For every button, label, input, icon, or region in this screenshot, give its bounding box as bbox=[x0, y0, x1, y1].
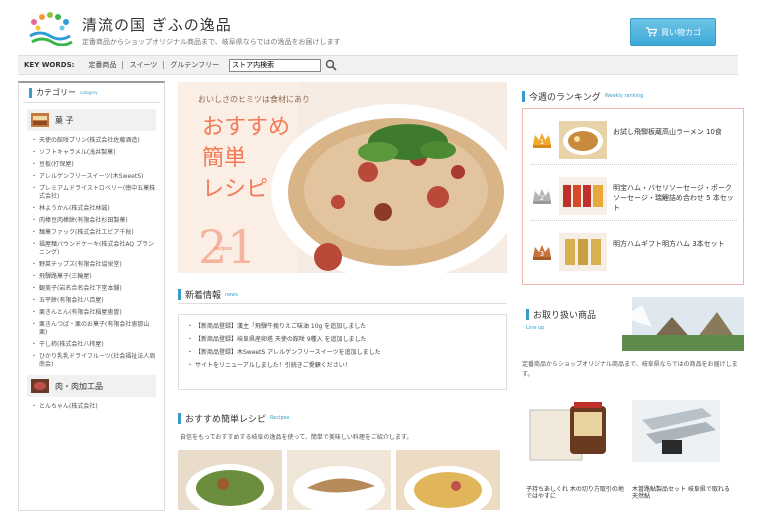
news-box: 【新商品登録】漢主「飛騨牛挽りえご味油 10g を追加しました 【新商品登録】岐… bbox=[178, 314, 507, 390]
cart-icon bbox=[646, 27, 657, 37]
category-item[interactable]: 肉棒豆肉棒餅(有限会社杉田製菓) bbox=[31, 217, 156, 225]
recipe-heading: おすすめ簡単レシピ Recipes bbox=[178, 409, 507, 427]
ranking-item-name: 明宝ハム・バセリソーセージ・ポークソーセージ・瑞鯉詰め合わせ 5 本セット bbox=[613, 184, 734, 212]
products-heading: お取り扱い商品 bbox=[526, 305, 596, 323]
crown-gold-icon: 1 bbox=[533, 133, 551, 148]
ranking-item-name: お試し飛騨板蔵高山ラーメン 10食 bbox=[613, 128, 722, 136]
site-header: 清流の国 ぎふの逸品 定番商品からショップオリジナル商品まで、岐阜県ならではの逸… bbox=[0, 0, 768, 52]
category-item[interactable]: 林ようかん(株式会社林誠) bbox=[31, 205, 156, 213]
hero-number-sub: recipes bbox=[214, 246, 233, 252]
category-item[interactable]: 天使の館咲プリン(株式会社佐藤酒造) bbox=[31, 137, 156, 145]
hero-title-line: おすすめ bbox=[202, 115, 291, 140]
ranking-title: 今週のランキング bbox=[529, 92, 601, 103]
cart-button[interactable]: 買い物カゴ bbox=[630, 18, 716, 46]
products-description: 定番商品からショップオリジナル商品まで、岐阜県ならではの商品をお届けします。 bbox=[522, 361, 738, 378]
category-list: 天使の館咲プリン(株式会社佐藤酒造) ソフトキャラメル(浅井製菓) 豆板(打保屋) ア… bbox=[31, 137, 156, 369]
news-item[interactable]: 【新商品登録】漢主「飛騨牛挽りえご味油 10g を追加しました bbox=[187, 323, 498, 331]
category-item[interactable]: 飛騨路菓子(三輪屋) bbox=[31, 273, 156, 281]
product-image[interactable] bbox=[526, 400, 614, 466]
recipe-description: 自信をもっておすすめする岐阜の逸品を使って、簡単で美味しい料理をご紹介します。 bbox=[180, 434, 413, 441]
crown-silver-icon: 2 bbox=[533, 189, 551, 204]
category-item[interactable]: アレルゲンフリースイーツ(木SweetS) bbox=[31, 173, 156, 181]
logo-icon[interactable] bbox=[26, 12, 74, 46]
news-item[interactable]: サイトをリニューアルしました！引続きご愛顧ください！ bbox=[187, 362, 498, 370]
hero-caption: おいしさのヒミツは食材にあり bbox=[198, 95, 310, 104]
ramen-image bbox=[559, 121, 607, 159]
category-item[interactable]: ひかり乳乳ドライフルーツ(社会福祉法人周南会) bbox=[31, 353, 156, 369]
recipe-thumb[interactable] bbox=[287, 450, 391, 510]
news-item[interactable]: 【新商品登録】木SweetS アレルゲンフリースイーツを追加しました bbox=[187, 349, 498, 357]
site-title[interactable]: 清流の国 ぎふの逸品 bbox=[82, 14, 232, 35]
rank-number: 2 bbox=[540, 194, 544, 202]
category-item[interactable]: プレミアムドライストロベリー(徳中五菓株式会社) bbox=[31, 185, 156, 201]
cart-label: 買い物カゴ bbox=[661, 27, 701, 37]
rank-number: 3 bbox=[540, 250, 544, 258]
ranking-item-name: 明方ハムギフト明方ハム 3本セット bbox=[613, 240, 725, 248]
news-heading: 新着情報 news bbox=[178, 286, 507, 304]
category-group-meat[interactable]: 肉・肉加工品 bbox=[27, 375, 156, 397]
sweets-thumb bbox=[31, 113, 49, 127]
ranking-item[interactable]: 2 明宝ハム・バセリソーセージ・ポークソーセージ・瑞鯉詰め合わせ 5 本セット bbox=[531, 173, 737, 221]
category-item[interactable]: 栗きんつば・栗のお菓子(有限会社恵那山栗) bbox=[31, 321, 156, 337]
products-banner[interactable]: お取り扱い商品 Line up bbox=[522, 297, 744, 351]
keyword-bar: KEY WORDS: 定番商品 スイーツ グルテンフリー bbox=[18, 55, 738, 75]
category-item[interactable]: 干し柿(株式会社八柿屋) bbox=[31, 341, 156, 349]
hero-title-line: 簡単 bbox=[202, 146, 247, 171]
news-title: 新着情報 bbox=[185, 291, 222, 301]
site-tagline: 定番商品からショップオリジナル商品まで、岐阜県ならではの逸品をお届けします bbox=[82, 38, 341, 46]
search-input[interactable] bbox=[229, 58, 322, 72]
ham-gift-image bbox=[559, 233, 607, 271]
category-item[interactable]: 野菜チップス(有限会社協栄堂) bbox=[31, 261, 156, 269]
category-sub: category bbox=[80, 90, 98, 95]
recipe-sub: Recipes bbox=[270, 415, 290, 421]
ranking-item[interactable]: 1 お試し飛騨板蔵高山ラーメン 10食 bbox=[531, 117, 737, 165]
category-item[interactable]: 豆板(打保屋) bbox=[31, 161, 156, 169]
category-item[interactable]: ソフトキャラメル(浅井製菓) bbox=[31, 149, 156, 157]
keywords-label: KEY WORDS: bbox=[24, 61, 75, 69]
hero-title-line: レシピ bbox=[202, 177, 269, 202]
recipe-thumb[interactable] bbox=[178, 450, 282, 510]
category-item[interactable]: 麺菓ファック(株式会社エビア千秋) bbox=[31, 229, 156, 237]
category-sidebar: カテゴリー category 菓 子 天使の館咲プリン(株式会社佐藤酒造) ソフトキ… bbox=[18, 81, 165, 511]
rank-number: 1 bbox=[540, 138, 544, 146]
category-title: カテゴリー bbox=[36, 88, 76, 97]
news-item[interactable]: 【新商品登録】岐阜県産卵塔 天使の館咲 9種入 を追加しました bbox=[187, 336, 498, 344]
ranking-sub: Weekly ranking bbox=[604, 93, 644, 99]
category-item[interactable]: 福屋麺バウンドケーキ(株式会社AQ プランニング) bbox=[31, 241, 156, 257]
recipe-thumb[interactable] bbox=[396, 450, 500, 510]
ranking-heading: 今週のランキング Weekly ranking bbox=[522, 87, 744, 105]
products-title: お取り扱い商品 bbox=[533, 310, 597, 321]
ranking-box: 1 お試し飛騨板蔵高山ラーメン 10食 2 明宝ハム・バセリソーセージ・ポークソ… bbox=[522, 108, 744, 285]
product-image[interactable] bbox=[632, 400, 720, 462]
category-group-label: 菓 子 bbox=[55, 115, 74, 125]
category-list-meat: とんちゃん(株式会社) bbox=[31, 403, 156, 411]
hero-banner[interactable]: おいしさのヒミツは食材にあり おすすめ 簡単 レシピ 21 recipes bbox=[178, 82, 507, 273]
meat-thumb bbox=[31, 379, 49, 393]
keyword-link[interactable]: 定番商品 bbox=[82, 61, 124, 69]
category-group-label: 肉・肉加工品 bbox=[55, 381, 103, 391]
category-heading: カテゴリー category bbox=[23, 83, 160, 103]
product-caption[interactable]: 木曽路鮎製品セット 岐阜県で取れる天然鮎 bbox=[632, 486, 732, 500]
category-item[interactable]: 観美子(岩名合名会社下堂本舗) bbox=[31, 285, 156, 293]
products-sub: Line up bbox=[526, 325, 545, 331]
recipe-title: おすすめ簡単レシピ bbox=[185, 414, 267, 425]
category-item[interactable]: とんちゃん(株式会社) bbox=[31, 403, 156, 411]
search-icon[interactable] bbox=[325, 59, 337, 71]
category-group-sweets[interactable]: 菓 子 bbox=[27, 109, 156, 131]
category-item[interactable]: 五平餅(有限会社八百屋) bbox=[31, 297, 156, 305]
ham-set-image bbox=[559, 177, 607, 215]
product-caption[interactable]: 子持ちあしくれ 木の切り方取引の地ではやすに bbox=[526, 486, 626, 500]
keyword-link[interactable]: スイーツ bbox=[123, 61, 165, 69]
keyword-link[interactable]: グルテンフリー bbox=[164, 61, 225, 69]
ranking-item[interactable]: 3 明方ハムギフト明方ハム 3本セット bbox=[531, 229, 737, 277]
news-sub: news bbox=[225, 291, 238, 298]
category-item[interactable]: 栗きんとん(有限会社稲屋恵曽) bbox=[31, 309, 156, 317]
crown-bronze-icon: 3 bbox=[533, 245, 551, 260]
hero-title: おすすめ 簡単 レシピ bbox=[202, 112, 290, 205]
